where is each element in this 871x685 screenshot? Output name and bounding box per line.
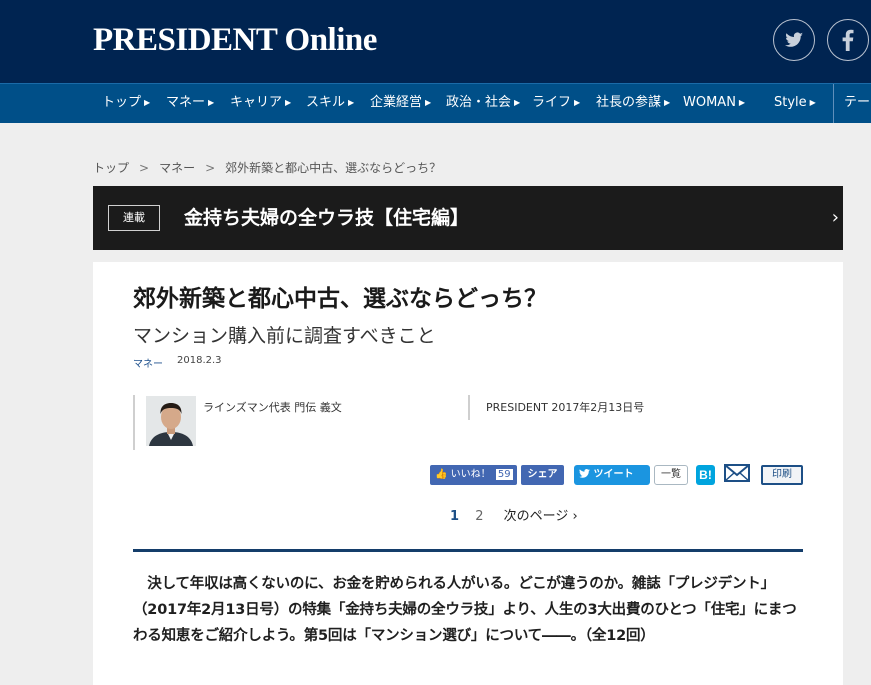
caret-right-icon: ▶ — [514, 98, 521, 107]
facebook-icon — [842, 29, 854, 51]
pagination: 1 2 次のページ › — [450, 505, 578, 524]
caret-right-icon: ▶ — [425, 98, 432, 107]
mail-icon — [724, 464, 750, 482]
facebook-share-button[interactable]: シェア — [521, 465, 564, 485]
hatena-bookmark-button[interactable]: B! — [696, 465, 715, 485]
nav-item-life[interactable]: ライフ ▶ — [532, 84, 580, 123]
tweet-button[interactable]: ツイート — [574, 465, 650, 485]
nav-item-skill[interactable]: スキル ▶ — [306, 84, 354, 123]
breadcrumb-separator: > — [139, 161, 150, 175]
nav-label: スキル — [306, 95, 346, 110]
series-badge: 連載 — [108, 205, 160, 231]
caret-right-icon: ▶ — [208, 98, 215, 107]
breadcrumb-top-link[interactable]: トップ — [93, 161, 129, 175]
nav-label: 政治・社会 — [446, 95, 512, 110]
author-avatar[interactable] — [146, 396, 196, 446]
mail-share-button[interactable] — [724, 463, 750, 485]
thumbs-up-icon: 👍 — [435, 469, 448, 480]
series-banner[interactable]: 連載 金持ち夫婦の全ウラ技【住宅編】 › — [93, 186, 843, 250]
nav-item-theme[interactable]: テー — [844, 84, 870, 123]
author-block: ラインズマン代表 門伝 義文 — [133, 395, 342, 450]
nav-item-money[interactable]: マネー ▶ — [166, 84, 214, 123]
next-page-label: 次のページ — [503, 509, 569, 524]
section-divider — [133, 549, 803, 552]
print-button[interactable]: 印刷 — [761, 465, 803, 485]
nav-label: 企業経営 — [370, 95, 423, 110]
twitter-bird-icon — [579, 469, 590, 478]
like-count: 59 — [495, 469, 513, 480]
chevron-right-icon: › — [831, 207, 839, 228]
breadcrumb-money-link[interactable]: マネー — [159, 161, 195, 175]
chevron-right-icon: › — [572, 509, 578, 524]
page-current: 1 — [450, 509, 460, 524]
nav-divider — [833, 84, 834, 123]
tweet-list-link[interactable]: 一覧 — [654, 465, 688, 485]
twitter-follow-button[interactable] — [773, 19, 815, 61]
nav-item-top[interactable]: トップ ▶ — [102, 84, 150, 123]
like-label: いいね！ — [450, 469, 491, 480]
author-portrait — [146, 396, 196, 446]
facebook-follow-button[interactable] — [827, 19, 869, 61]
twitter-icon — [785, 32, 803, 47]
article-lead: 決して年収は高くないのに、お金を貯められる人がいる。どこが違うのか。雑誌「プレジ… — [133, 576, 797, 644]
tweet-label: ツイート — [593, 469, 634, 480]
publish-date: 2018.2.3 — [177, 355, 222, 366]
nav-label: 社長の参謀 — [596, 95, 662, 110]
nav-label: マネー — [166, 95, 206, 110]
source-publication: PRESIDENT 2017年2月13日号 — [486, 401, 645, 414]
breadcrumb-separator: > — [205, 161, 216, 175]
nav-item-politics[interactable]: 政治・社会 ▶ — [446, 84, 520, 123]
nav-item-style[interactable]: Style ▶ — [774, 84, 816, 123]
site-logo[interactable]: PRESIDENT Online — [93, 20, 377, 60]
facebook-like-button[interactable]: 👍 いいね！ 59 — [430, 465, 517, 485]
breadcrumb: トップ > マネー > 郊外新築と都心中古、選ぶならどっち？ — [93, 159, 441, 176]
caret-right-icon: ▶ — [809, 98, 816, 107]
nav-item-career[interactable]: キャリア ▶ — [230, 84, 291, 123]
nav-label: Style — [774, 95, 807, 110]
article-title: 郊外新築と都心中古、選ぶならどっち？ — [133, 286, 547, 312]
nav-item-advisor[interactable]: 社長の参謀 ▶ — [596, 84, 670, 123]
article-subtitle: マンション購入前に調査すべきこと — [133, 325, 436, 347]
caret-right-icon: ▶ — [285, 98, 292, 107]
category-link[interactable]: マネー — [133, 355, 163, 370]
nav-label: ライフ — [532, 95, 572, 110]
nav-label: トップ — [102, 95, 142, 110]
nav-label: キャリア — [230, 95, 283, 110]
breadcrumb-current: 郊外新築と都心中古、選ぶならどっち？ — [225, 161, 442, 175]
nav-item-woman[interactable]: WOMAN ▶ — [683, 84, 745, 123]
page-link-2[interactable]: 2 — [475, 509, 483, 524]
author-name[interactable]: ラインズマン代表 門伝 義文 — [203, 399, 342, 415]
site-header: PRESIDENT Online — [0, 0, 871, 83]
source-block: PRESIDENT 2017年2月13日号 — [468, 395, 644, 420]
main-nav: トップ ▶ マネー ▶ キャリア ▶ スキル ▶ 企業経営 ▶ 政治・社会 ▶ ライフ ▶ 社… — [0, 83, 871, 123]
nav-label: WOMAN — [683, 95, 736, 110]
next-page-link[interactable]: 次のページ › — [504, 509, 578, 524]
caret-right-icon: ▶ — [144, 98, 151, 107]
caret-right-icon: ▶ — [738, 98, 746, 107]
nav-item-management[interactable]: 企業経営 ▶ — [370, 84, 431, 123]
series-title: 金持ち夫婦の全ウラ技【住宅編】 — [184, 207, 470, 229]
caret-right-icon: ▶ — [574, 98, 581, 107]
nav-label: テー — [844, 95, 871, 110]
caret-right-icon: ▶ — [348, 98, 355, 107]
article-card: 郊外新築と都心中古、選ぶならどっち？ マンション購入前に調査すべきこと マネー … — [93, 262, 843, 685]
caret-right-icon: ▶ — [664, 98, 671, 107]
